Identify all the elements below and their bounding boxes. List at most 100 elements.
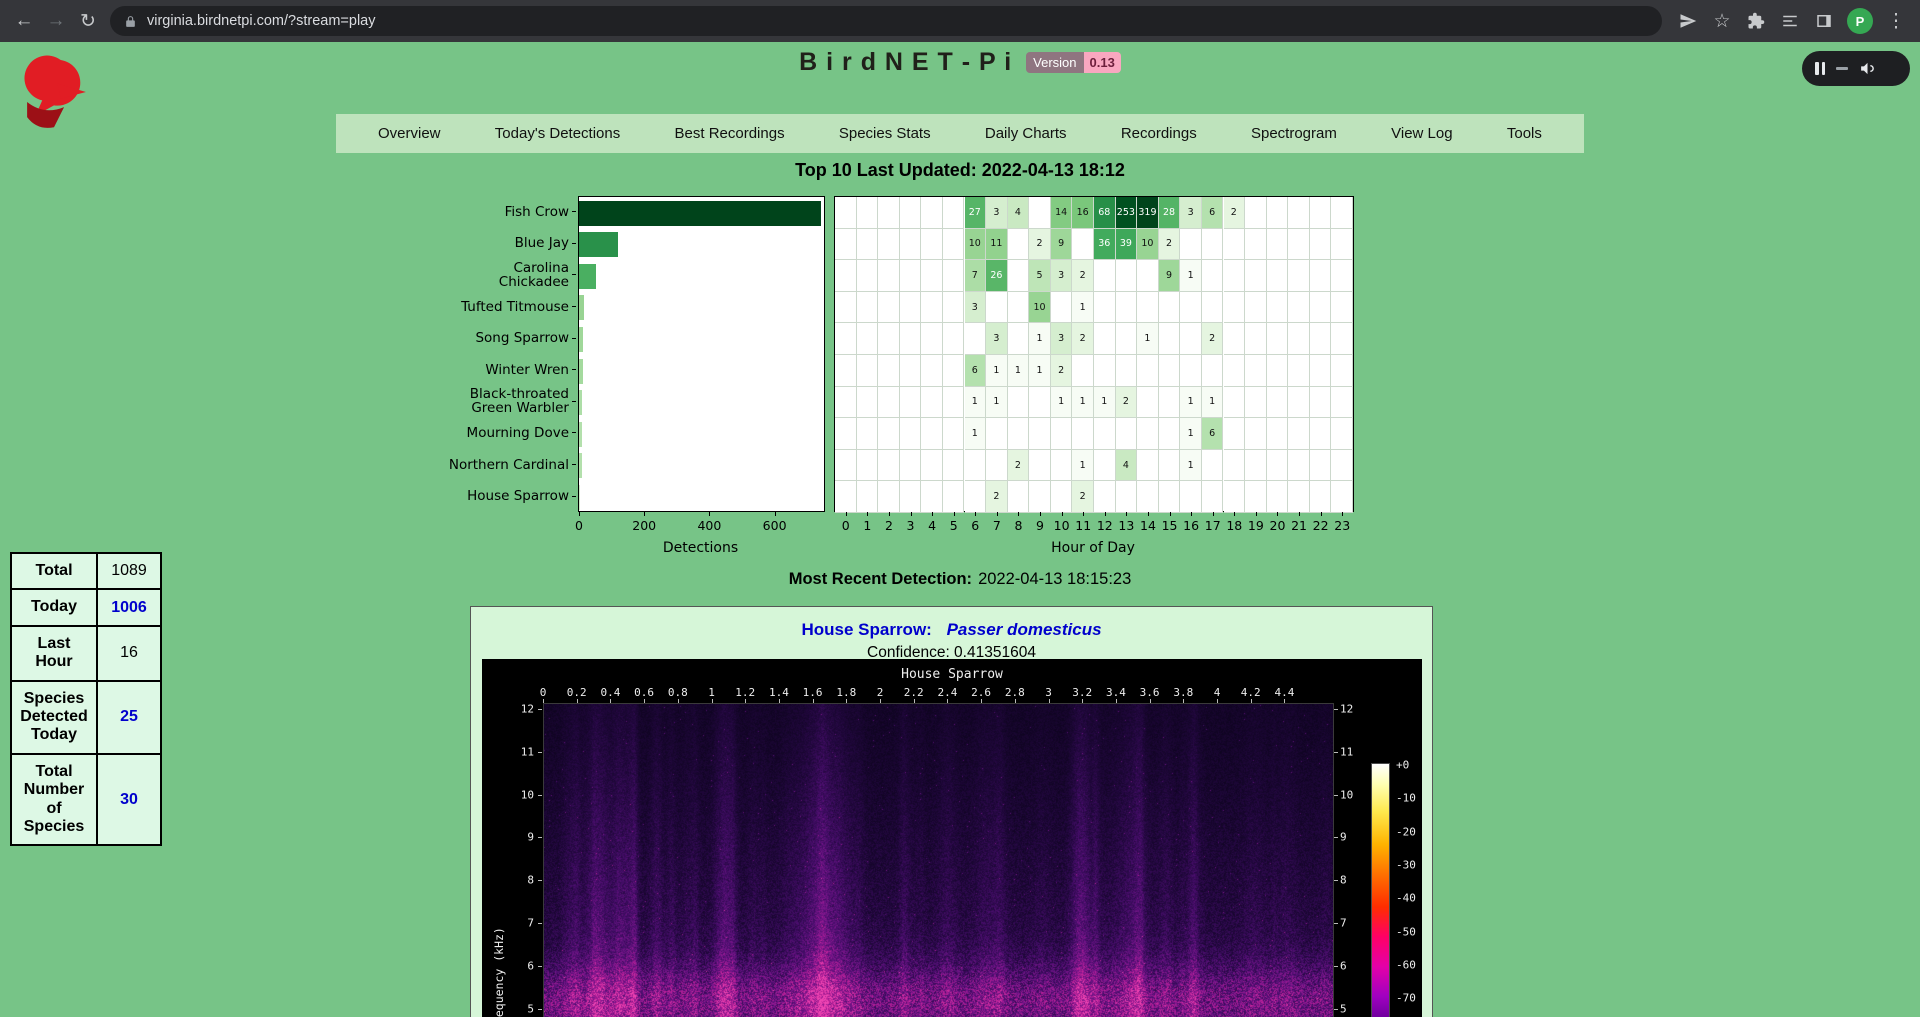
heat-cell bbox=[900, 355, 922, 387]
version-label: Version bbox=[1026, 52, 1083, 73]
page-title: B i r d N E T - P i bbox=[799, 48, 1012, 77]
nav-item-daily-charts[interactable]: Daily Charts bbox=[985, 125, 1067, 142]
profile-avatar[interactable]: P bbox=[1847, 8, 1873, 34]
heat-cell bbox=[1267, 197, 1289, 229]
heat-cell: 6 bbox=[1202, 418, 1224, 450]
heat-cell bbox=[1137, 292, 1159, 324]
heat-cell: 9 bbox=[1051, 229, 1073, 261]
heat-cell: 6 bbox=[1202, 197, 1224, 229]
heat-cell bbox=[1310, 481, 1332, 513]
axis-tick bbox=[1299, 512, 1300, 516]
heat-cell bbox=[835, 481, 857, 513]
heat-cell: 2 bbox=[1159, 229, 1181, 261]
stat-value[interactable]: 1006 bbox=[97, 589, 161, 625]
heat-cell bbox=[900, 387, 922, 419]
spec-time-tick-label: 1.8 bbox=[836, 686, 856, 699]
heat-cell: 3 bbox=[1051, 323, 1073, 355]
heat-cell bbox=[1267, 292, 1289, 324]
heat-cell bbox=[1331, 323, 1353, 355]
stat-label: Species Detected Today bbox=[11, 681, 97, 754]
heat-cell bbox=[1224, 355, 1246, 387]
spec-freq-tick-label: 8 bbox=[1340, 874, 1368, 887]
nav-item-best-recordings[interactable]: Best Recordings bbox=[675, 125, 785, 142]
address-bar[interactable]: virginia.birdnetpi.com/?stream=play bbox=[110, 6, 1662, 36]
detections-bar bbox=[579, 264, 596, 289]
extensions-icon[interactable] bbox=[1740, 5, 1772, 37]
volume-icon[interactable] bbox=[1859, 60, 1876, 77]
axis-tick-label: 21 bbox=[1291, 518, 1307, 533]
axis-tick bbox=[1062, 512, 1063, 516]
seek-dash[interactable] bbox=[1836, 67, 1848, 70]
heat-cell bbox=[1094, 450, 1116, 482]
heat-cell bbox=[965, 323, 987, 355]
heat-cell bbox=[1137, 355, 1159, 387]
heat-cell bbox=[1159, 292, 1181, 324]
send-icon[interactable] bbox=[1672, 5, 1704, 37]
heat-cell bbox=[921, 260, 943, 292]
heat-cell bbox=[1137, 450, 1159, 482]
heat-cell bbox=[1224, 418, 1246, 450]
heat-cell bbox=[1288, 197, 1310, 229]
nav-item-species-stats[interactable]: Species Stats bbox=[839, 125, 931, 142]
axis-tick-label: 0 bbox=[575, 518, 583, 533]
heat-cell: 1 bbox=[1051, 387, 1073, 419]
heat-cell: 2 bbox=[1008, 450, 1030, 482]
heat-cell bbox=[921, 323, 943, 355]
heat-cell bbox=[900, 292, 922, 324]
lock-icon bbox=[124, 15, 137, 28]
spec-time-tick bbox=[1082, 699, 1083, 703]
heat-cell: 1 bbox=[1180, 450, 1202, 482]
bookmark-star-icon[interactable]: ☆ bbox=[1706, 5, 1738, 37]
menu-icon[interactable]: ⋮ bbox=[1880, 5, 1912, 37]
audio-player[interactable] bbox=[1802, 51, 1910, 86]
heat-cell bbox=[878, 323, 900, 355]
nav-item-today-s-detections[interactable]: Today's Detections bbox=[495, 125, 620, 142]
spec-time-tick-label: 2 bbox=[877, 686, 884, 699]
heat-cell bbox=[1331, 481, 1353, 513]
stat-value[interactable]: 25 bbox=[97, 681, 161, 754]
heat-cell: 3 bbox=[986, 197, 1008, 229]
heat-cell bbox=[1310, 355, 1332, 387]
heat-cell bbox=[1245, 450, 1267, 482]
heat-cell: 1 bbox=[965, 387, 987, 419]
nav-item-spectrogram[interactable]: Spectrogram bbox=[1251, 125, 1337, 142]
reading-list-icon[interactable] bbox=[1774, 5, 1806, 37]
heat-cell bbox=[1331, 387, 1353, 419]
species-name-link[interactable]: House Sparrow: bbox=[801, 620, 931, 639]
forward-button[interactable]: → bbox=[40, 5, 72, 37]
heat-cell bbox=[1180, 481, 1202, 513]
stats-row: Total Number of Species30 bbox=[11, 754, 161, 846]
axis-tick-label: 14 bbox=[1140, 518, 1156, 533]
axis-tick-label: 9 bbox=[1036, 518, 1044, 533]
axis-tick bbox=[1256, 512, 1257, 516]
axis-tick bbox=[1040, 512, 1041, 516]
heat-cell bbox=[1008, 323, 1030, 355]
nav-item-recordings[interactable]: Recordings bbox=[1121, 125, 1197, 142]
heat-cell bbox=[1267, 387, 1289, 419]
heat-cell: 2 bbox=[986, 481, 1008, 513]
spec-time-tick-label: 0.6 bbox=[634, 686, 654, 699]
side-panel-icon[interactable] bbox=[1808, 5, 1840, 37]
nav-item-overview[interactable]: Overview bbox=[378, 125, 441, 142]
colorbar-tick-label: -20 bbox=[1396, 825, 1416, 838]
nav-item-view-log[interactable]: View Log bbox=[1391, 125, 1452, 142]
heat-cell bbox=[1310, 450, 1332, 482]
detections-bar bbox=[579, 201, 821, 226]
back-button[interactable]: ← bbox=[8, 5, 40, 37]
spectrogram-title: House Sparrow bbox=[482, 667, 1422, 682]
heat-cell bbox=[835, 450, 857, 482]
stat-value[interactable]: 30 bbox=[97, 754, 161, 846]
axis-tick-label: 17 bbox=[1205, 518, 1221, 533]
heat-cell bbox=[900, 260, 922, 292]
reload-button[interactable]: ↻ bbox=[72, 5, 104, 37]
spec-time-tick bbox=[880, 699, 881, 703]
heat-cell bbox=[943, 197, 965, 229]
spec-time-tick bbox=[745, 699, 746, 703]
axis-tick bbox=[644, 512, 645, 516]
heat-cell: 253 bbox=[1116, 197, 1138, 229]
heat-cell bbox=[1008, 418, 1030, 450]
nav-item-tools[interactable]: Tools bbox=[1507, 125, 1542, 142]
heat-cell bbox=[1137, 481, 1159, 513]
spec-freq-tick bbox=[538, 923, 542, 924]
pause-icon[interactable] bbox=[1815, 62, 1825, 75]
